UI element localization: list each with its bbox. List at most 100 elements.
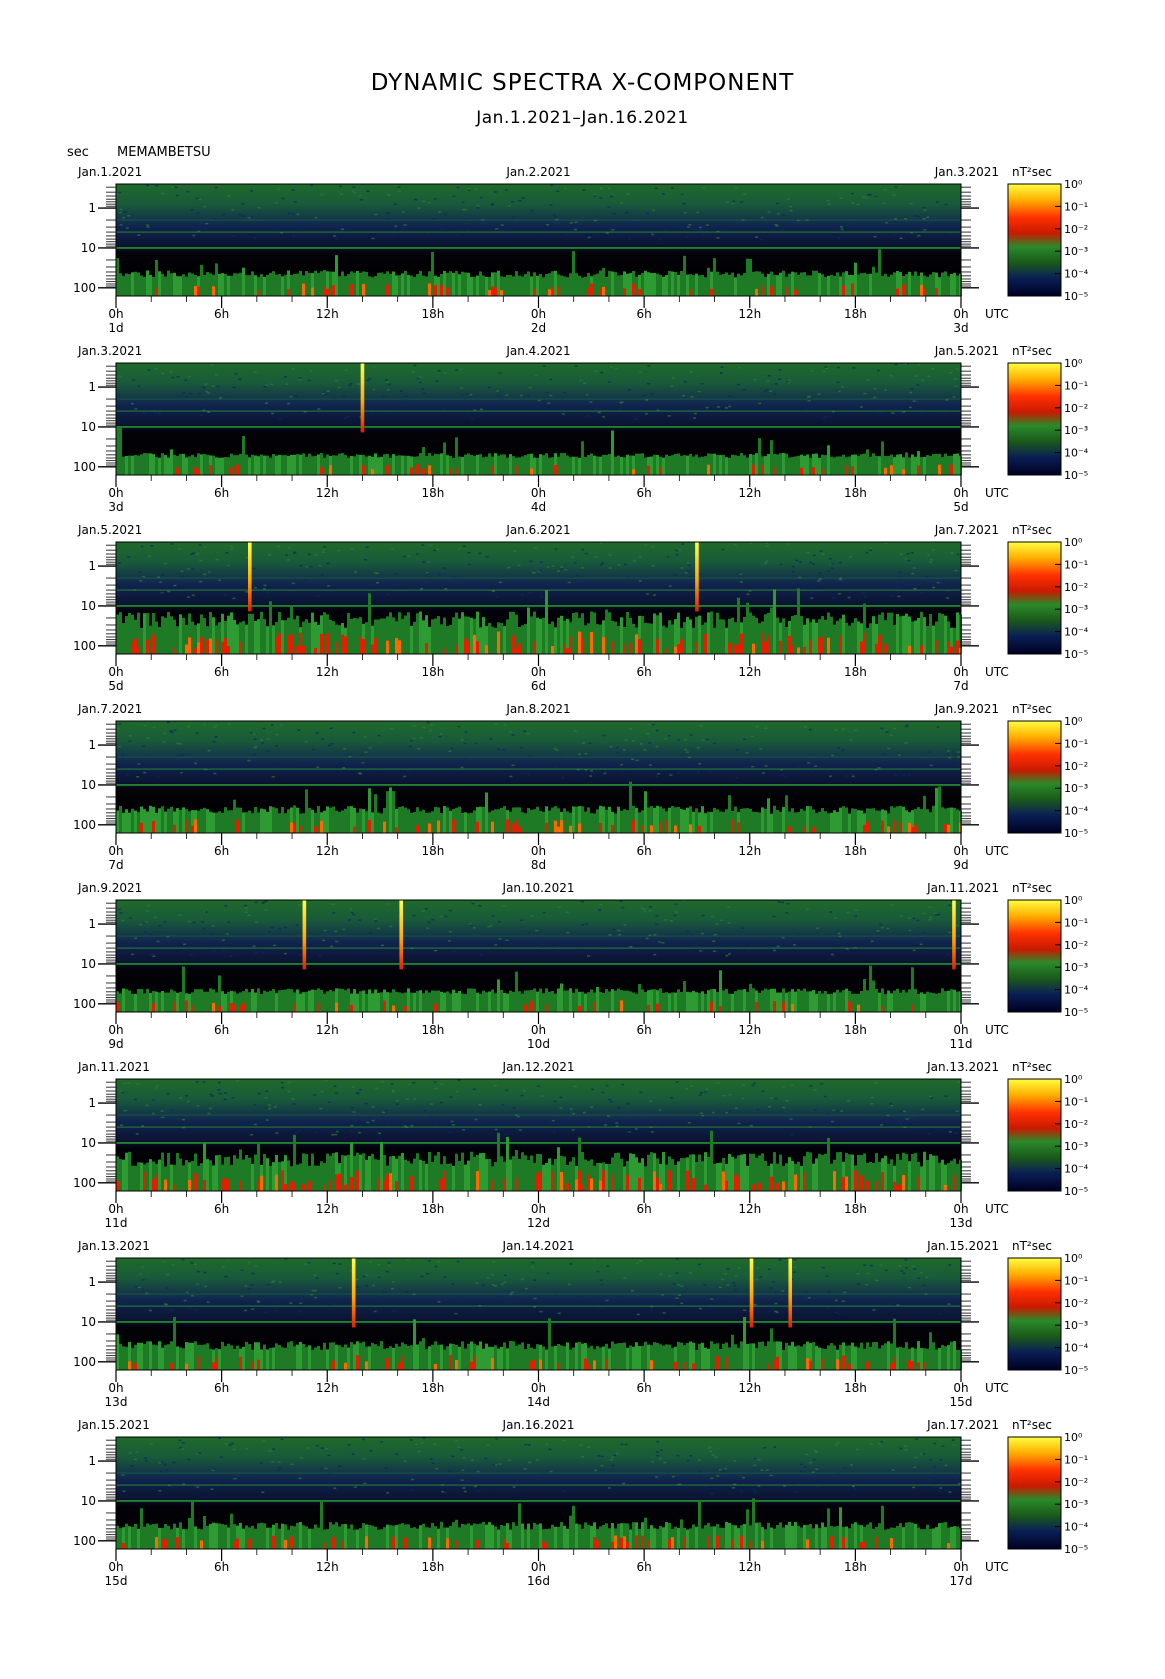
- noise-speck: [813, 1089, 817, 1091]
- x-tick-label: 12h: [738, 665, 761, 679]
- activity-column: [848, 625, 851, 654]
- noise-speck: [749, 1124, 753, 1127]
- activity-column: [278, 990, 281, 1012]
- noise-speck: [268, 1104, 271, 1106]
- activity-column: [299, 454, 302, 475]
- noise-speck: [527, 931, 531, 934]
- x-tick-label: 6h: [214, 486, 229, 500]
- noise-speck: [472, 927, 476, 929]
- activity-red: [476, 821, 479, 833]
- activity-red: [734, 644, 737, 654]
- noise-speck: [628, 237, 631, 240]
- activity-red: [935, 639, 938, 654]
- noise-speck: [307, 1262, 311, 1264]
- noise-speck: [709, 770, 713, 773]
- activity-column: [488, 1346, 491, 1370]
- noise-speck: [134, 1098, 138, 1101]
- activity-column: [674, 1164, 677, 1191]
- noise-speck: [773, 949, 776, 952]
- noise-speck: [160, 1110, 164, 1112]
- activity-column: [275, 808, 278, 833]
- activity-column: [179, 614, 182, 654]
- noise-speck: [565, 911, 569, 913]
- activity-column: [947, 276, 950, 296]
- noise-speck: [956, 751, 960, 753]
- activity-column: [167, 1344, 170, 1370]
- activity-column: [158, 1159, 161, 1191]
- activity-column: [632, 1154, 635, 1191]
- activity-column: [182, 453, 185, 475]
- activity-column: [878, 456, 881, 475]
- activity-red: [485, 645, 488, 654]
- activity-column: [905, 1154, 908, 1191]
- noise-speck: [520, 746, 524, 749]
- activity-red: [827, 637, 830, 654]
- activity-column: [794, 1346, 797, 1370]
- activity-column: [161, 991, 164, 1012]
- noise-speck: [827, 203, 831, 205]
- activity-column: [926, 1159, 929, 1191]
- noise-speck: [404, 395, 408, 397]
- noise-speck: [145, 224, 149, 226]
- noise-speck: [566, 931, 570, 934]
- spike-1: [247, 542, 252, 612]
- noise-speck: [183, 1299, 187, 1302]
- activity-column: [455, 270, 458, 296]
- noise-speck: [567, 581, 571, 584]
- activity-column: [206, 1343, 209, 1370]
- noise-speck: [719, 372, 723, 374]
- activity-red: [581, 637, 584, 654]
- activity-red: [605, 1358, 608, 1370]
- noise-speck: [314, 1290, 317, 1292]
- noise-speck: [116, 727, 120, 730]
- noise-speck: [776, 202, 779, 205]
- activity-column: [506, 1348, 509, 1370]
- activity-column: [551, 1346, 554, 1370]
- noise-speck: [830, 567, 834, 569]
- activity-column: [206, 809, 209, 833]
- noise-speck: [270, 383, 274, 386]
- activity-column: [203, 454, 206, 475]
- activity-column: [584, 811, 587, 833]
- noise-speck: [655, 745, 659, 748]
- noise-speck: [526, 394, 530, 397]
- activity-column: [620, 274, 623, 296]
- activity-column: [278, 454, 281, 475]
- noise-speck: [340, 193, 344, 195]
- noise-speck: [770, 1097, 774, 1099]
- activity-red: [434, 1003, 437, 1012]
- noise-speck: [937, 913, 941, 916]
- activity-red: [278, 633, 281, 654]
- activity-column: [719, 970, 722, 1012]
- noise-speck: [354, 571, 358, 573]
- activity-column: [602, 993, 605, 1012]
- noise-speck: [724, 403, 728, 406]
- day-label-right: 11d: [950, 1037, 973, 1051]
- noise-speck: [358, 919, 362, 921]
- activity-column: [803, 988, 806, 1012]
- noise-speck: [737, 1267, 741, 1269]
- activity-red: [215, 1357, 218, 1370]
- activity-column: [266, 274, 269, 296]
- activity-column: [209, 988, 212, 1012]
- activity-red: [362, 284, 365, 296]
- noise-speck: [434, 949, 438, 952]
- noise-speck: [698, 229, 702, 232]
- activity-column: [878, 249, 881, 296]
- noise-speck: [684, 748, 688, 751]
- activity-column: [680, 1158, 683, 1191]
- noise-speck: [247, 759, 251, 762]
- noise-speck: [147, 582, 151, 584]
- noise-speck: [582, 1111, 586, 1114]
- noise-speck: [631, 740, 635, 742]
- activity-red: [710, 289, 713, 296]
- activity-column: [929, 455, 932, 475]
- noise-speck: [945, 590, 949, 592]
- x-tick-label: 0h: [531, 1202, 546, 1216]
- activity-column: [947, 1163, 950, 1191]
- noise-speck: [720, 1278, 724, 1281]
- activity-column: [743, 617, 746, 654]
- activity-red: [767, 1363, 770, 1370]
- activity-column: [818, 811, 821, 833]
- activity-column: [773, 1152, 776, 1191]
